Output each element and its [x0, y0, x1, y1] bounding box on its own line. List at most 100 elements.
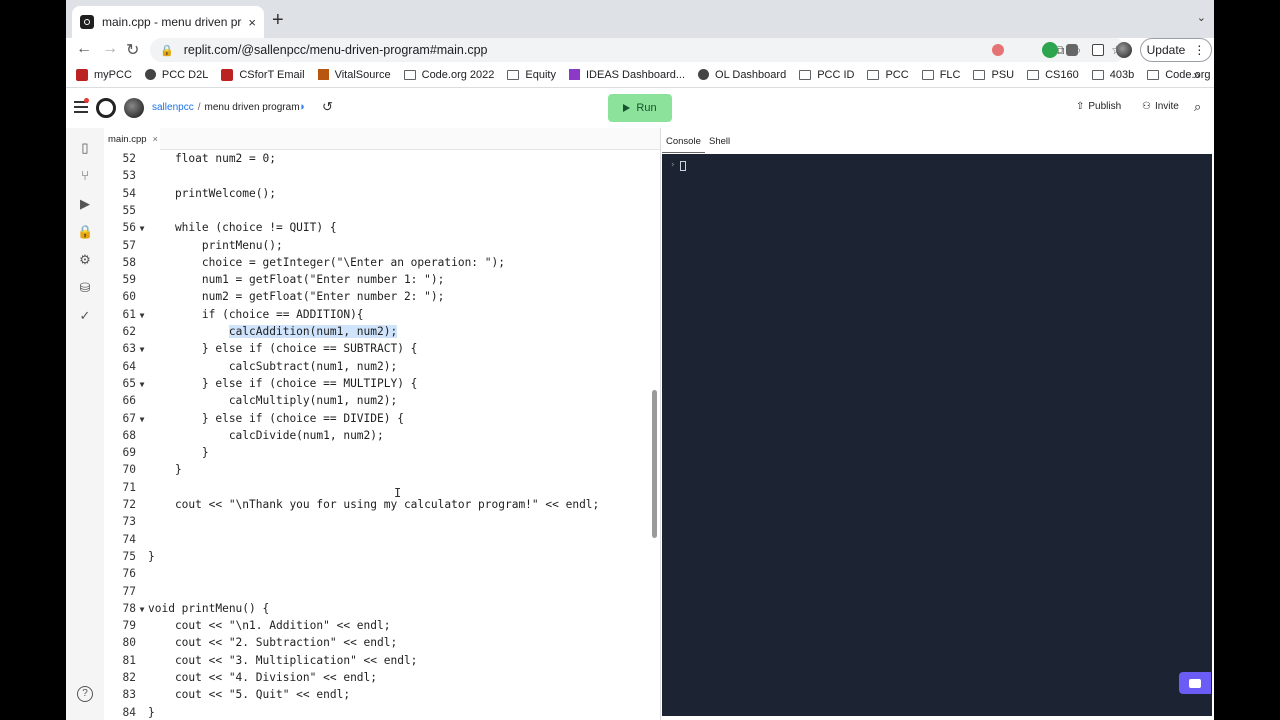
grammarly-extension-icon[interactable] — [1042, 42, 1058, 58]
code-line[interactable]: 80 cout << "2. Subtraction" << endl; — [104, 634, 652, 651]
bookmark-item[interactable]: PCC D2L — [144, 69, 208, 81]
tab-close-icon[interactable]: × — [248, 15, 256, 30]
search-icon[interactable]: ⌕ — [1194, 99, 1201, 115]
code-line[interactable]: 76 — [104, 565, 652, 582]
breadcrumb-project[interactable]: menu driven program — [204, 102, 299, 113]
chat-icon[interactable] — [1179, 672, 1211, 694]
bookmark-item[interactable]: PCC — [867, 69, 909, 81]
history-icon[interactable]: ↺ — [322, 99, 333, 115]
puzzle-extensions-icon[interactable] — [1066, 44, 1078, 56]
code-line[interactable]: 84} — [104, 704, 652, 720]
check-icon[interactable]: ✓ — [77, 308, 93, 324]
help-icon[interactable]: ? — [77, 686, 93, 702]
database-icon[interactable]: ⛁ — [77, 280, 93, 296]
editor-scrollbar[interactable] — [652, 390, 657, 538]
code-line[interactable]: 73 — [104, 513, 652, 530]
console-output[interactable]: › — [662, 154, 1212, 716]
bookmark-item[interactable]: Equity — [507, 69, 556, 81]
code-line[interactable]: 60 num2 = getFloat("Enter number 2: "); — [104, 288, 652, 305]
code-line[interactable]: 82 cout << "4. Division" << endl; — [104, 669, 652, 686]
bookmark-item[interactable]: VitalSource — [317, 69, 391, 81]
code-line[interactable]: 67 ▼ } else if (choice == DIVIDE) { — [104, 410, 652, 427]
selected-code[interactable]: calcAddition(num1, num2); — [228, 325, 398, 338]
bookmark-item[interactable]: Code.org 2022 — [403, 69, 494, 81]
code-line[interactable]: 57 printMenu(); — [104, 237, 652, 254]
bookmark-item[interactable]: OL Dashboard — [698, 69, 786, 81]
bookmark-item[interactable]: PCC ID — [799, 69, 854, 81]
code-line[interactable]: 77 — [104, 583, 652, 600]
settings-gear-icon[interactable]: ⚙ — [77, 252, 93, 268]
fold-arrow-icon[interactable]: ▼ — [136, 341, 148, 358]
code-line[interactable]: 66 calcMultiply(num1, num2); — [104, 392, 652, 409]
menu-dots-icon: ⋮ — [1193, 43, 1206, 57]
extension-icon[interactable] — [992, 44, 1004, 56]
bookmark-item[interactable]: FLC — [921, 69, 960, 81]
url-text[interactable]: replit.com/@sallenpcc/menu-driven-progra… — [184, 43, 488, 57]
fold-arrow-icon[interactable]: ▼ — [136, 376, 148, 393]
bookmark-item[interactable]: PSU — [973, 69, 1014, 81]
tab-console[interactable]: Console — [662, 136, 705, 153]
version-control-icon[interactable]: ⑂ — [77, 168, 93, 184]
code-line[interactable]: 58 choice = getInteger("\Enter an operat… — [104, 254, 652, 271]
pane-divider[interactable] — [660, 128, 661, 720]
code-line[interactable]: 65 ▼ } else if (choice == MULTIPLY) { — [104, 375, 652, 392]
back-icon[interactable]: ← — [76, 40, 92, 58]
code-line[interactable]: 72 cout << "\nThank you for using my cal… — [104, 496, 652, 513]
close-icon[interactable]: × — [153, 134, 158, 144]
tab-search-icon[interactable]: ⌄ — [1197, 11, 1206, 24]
code-area[interactable]: 52 float num2 = 0; 53 54 printWelcome(); 55… — [104, 150, 652, 720]
publish-button[interactable]: ⇧ Publish — [1076, 101, 1121, 112]
invite-button[interactable]: ⚇ Invite — [1142, 101, 1179, 112]
bookmark-item[interactable]: myPCC — [76, 68, 132, 81]
profile-avatar[interactable] — [1116, 42, 1132, 58]
tab-shell[interactable]: Shell — [709, 136, 730, 147]
code-line[interactable]: 75} — [104, 548, 652, 565]
side-panel-icon[interactable] — [1092, 44, 1104, 56]
fold-arrow-icon[interactable]: ▼ — [136, 411, 148, 428]
forward-icon[interactable]: → — [102, 40, 118, 58]
code-line[interactable]: 61 ▼ if (choice == ADDITION){ — [104, 306, 652, 323]
browser-tab[interactable]: main.cpp - menu driven progra × — [72, 6, 264, 38]
file-tab-main-cpp[interactable]: main.cpp × — [104, 128, 160, 150]
user-avatar[interactable] — [124, 98, 144, 118]
code-line[interactable]: 53 — [104, 167, 652, 184]
code-line[interactable]: 71 — [104, 479, 652, 496]
code-line[interactable]: 79 cout << "\n1. Addition" << endl; — [104, 617, 652, 634]
address-bar[interactable]: 🔒 replit.com/@sallenpcc/menu-driven-prog… — [150, 38, 1126, 62]
new-tab-button[interactable]: + — [272, 9, 284, 32]
code-line[interactable]: 55 — [104, 202, 652, 219]
fold-arrow-icon[interactable]: ▼ — [136, 601, 148, 618]
fold-arrow-icon[interactable]: ▼ — [136, 220, 148, 237]
secrets-lock-icon[interactable]: 🔒 — [77, 224, 93, 240]
code-line[interactable]: 59 num1 = getFloat("Enter number 1: "); — [104, 271, 652, 288]
bookmark-item[interactable]: 403b — [1091, 69, 1134, 81]
update-button[interactable]: Update ⋮ — [1140, 38, 1212, 62]
files-icon[interactable]: ▯ — [77, 140, 93, 156]
bookmark-item[interactable]: Code.org — [1147, 69, 1211, 81]
code-line[interactable]: 74 — [104, 531, 652, 548]
code-line[interactable]: 63 ▼ } else if (choice == SUBTRACT) { — [104, 340, 652, 357]
folder-icon — [921, 69, 934, 80]
code-line[interactable]: 83 cout << "5. Quit" << endl; — [104, 686, 652, 703]
breadcrumb-user[interactable]: sallenpcc — [152, 102, 194, 113]
bookmark-item[interactable]: CS160 — [1027, 69, 1079, 81]
bookmark-item[interactable]: CSforT Email — [221, 68, 305, 81]
code-line[interactable]: 78 ▼ void printMenu() { — [104, 600, 652, 617]
code-line[interactable]: 62 calcAddition(num1, num2); — [104, 323, 652, 340]
code-line[interactable]: 68 calcDivide(num1, num2); — [104, 427, 652, 444]
code-line[interactable]: 81 cout << "3. Multiplication" << endl; — [104, 652, 652, 669]
code-line[interactable]: 64 calcSubtract(num1, num2); — [104, 358, 652, 375]
bookmarks-overflow-icon[interactable]: » — [1193, 68, 1200, 82]
fold-arrow-icon[interactable]: ▼ — [136, 307, 148, 324]
code-line[interactable]: 54 printWelcome(); — [104, 185, 652, 202]
run-button[interactable]: Run — [608, 94, 672, 122]
cycles-icon[interactable]: ◑ — [298, 101, 305, 113]
replit-logo-icon[interactable] — [96, 98, 116, 118]
code-line[interactable]: 70 } — [104, 461, 652, 478]
code-line[interactable]: 69 } — [104, 444, 652, 461]
code-line[interactable]: 56 ▼ while (choice != QUIT) { — [104, 219, 652, 236]
reload-icon[interactable]: ↻ — [126, 40, 139, 60]
bookmark-item[interactable]: IDEAS Dashboard... — [568, 69, 685, 81]
code-line[interactable]: 52 float num2 = 0; — [104, 150, 652, 167]
debugger-icon[interactable]: ▶ — [77, 196, 93, 212]
